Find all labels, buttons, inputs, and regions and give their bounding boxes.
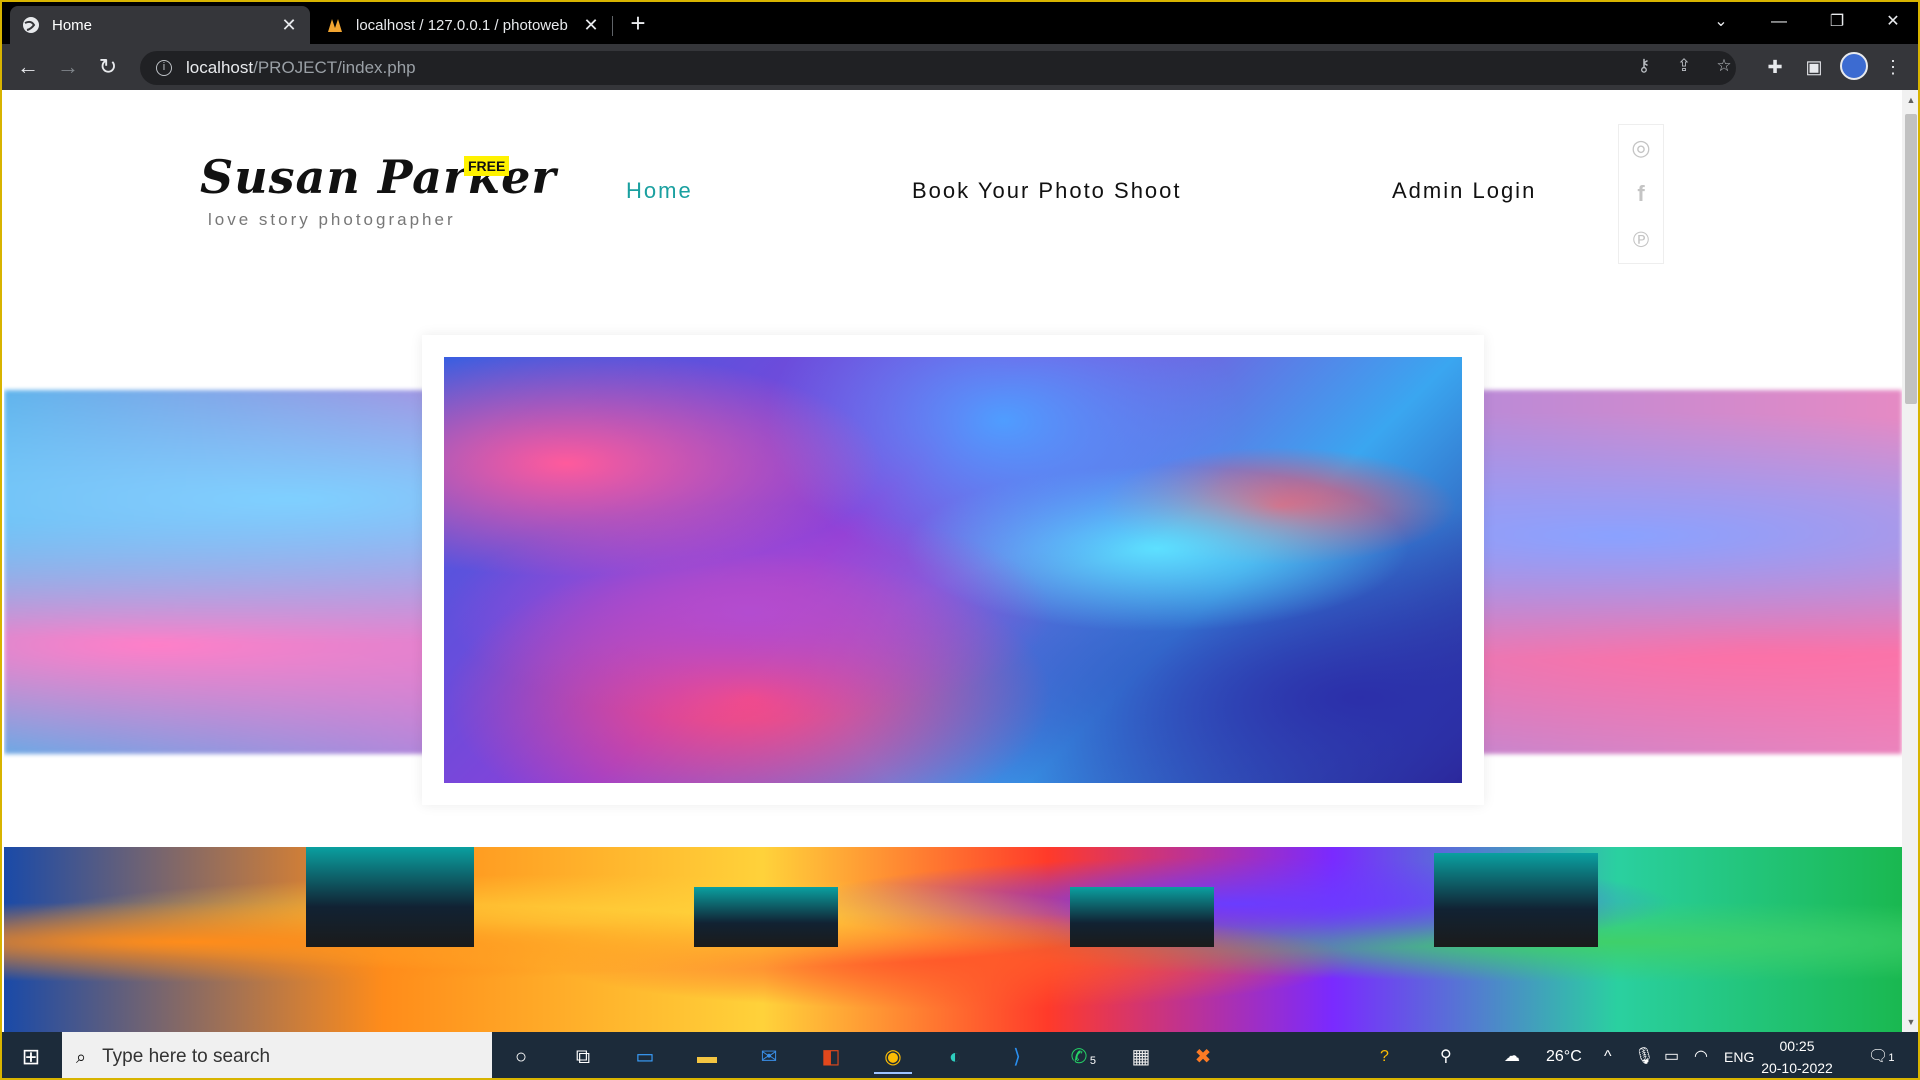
task-view-icon[interactable]: ⧉ <box>564 1040 602 1074</box>
file-explorer-icon[interactable]: ▬ <box>688 1040 726 1074</box>
nav-admin-login[interactable]: Admin Login <box>1392 178 1536 204</box>
gallery-thumbnail[interactable] <box>306 847 474 947</box>
scroll-up-arrow-icon[interactable]: ▲ <box>1902 92 1918 108</box>
hero-image <box>444 357 1462 783</box>
notifications-icon[interactable]: 🗨1 <box>1868 1032 1895 1078</box>
reload-button[interactable]: ↻ <box>92 51 124 83</box>
search-placeholder: Type here to search <box>102 1046 271 1067</box>
weather-cloud-icon[interactable]: ☁ <box>1504 1032 1520 1078</box>
extensions-icon[interactable]: ✚ <box>1760 52 1790 82</box>
help-icon[interactable]: ? <box>1380 1032 1389 1078</box>
facebook-icon[interactable]: f <box>1619 171 1663 217</box>
laptop-app-icon[interactable]: ▭ <box>626 1040 664 1074</box>
scroll-down-arrow-icon[interactable]: ▼ <box>1902 1014 1918 1030</box>
page-viewport: Susan Parker love story photographer FRE… <box>4 90 1902 1032</box>
windows-taskbar: ⊞ ⌕ Type here to search ○ ⧉ ▭ ▬ ✉ ◧ ◉ ◐ … <box>2 1032 1918 1078</box>
gallery-thumbnail[interactable] <box>1070 887 1214 947</box>
pinterest-icon[interactable]: ℗ <box>1619 217 1663 263</box>
gallery-thumbnail[interactable] <box>1434 853 1598 947</box>
address-bar[interactable]: i localhost/PROJECT/index.php <box>140 51 1736 85</box>
globe-icon <box>23 17 39 33</box>
windows-start-icon[interactable]: ⊞ <box>2 1032 60 1078</box>
site-info-icon[interactable]: i <box>156 60 172 76</box>
tab-search-chevron-icon[interactable]: ⌄ <box>1692 2 1750 42</box>
taskbar-search[interactable]: ⌕ Type here to search <box>62 1032 492 1078</box>
page-scrollbar[interactable]: ▲ ▼ <box>1902 90 1918 1032</box>
wifi-icon[interactable]: ◠ <box>1694 1032 1708 1078</box>
tab-phpmyadmin[interactable]: localhost / 127.0.0.1 / photoweb ✕ <box>314 6 612 44</box>
notification-count: 1 <box>1888 1052 1895 1064</box>
instagram-icon[interactable]: ◎ <box>1619 125 1663 171</box>
clock-time: 00:25 <box>1779 1038 1815 1054</box>
store-icon[interactable]: ▦ <box>1122 1040 1160 1074</box>
url-path: /PROJECT/index.php <box>253 58 416 77</box>
language-indicator[interactable]: ENG <box>1724 1032 1754 1078</box>
share-icon[interactable]: ⇪ <box>1670 52 1698 80</box>
clock[interactable]: 00:25 20-10-2022 <box>1752 1035 1842 1078</box>
new-tab-button[interactable]: + <box>622 8 654 40</box>
tray-chevron-up-icon[interactable]: ^ <box>1604 1032 1612 1078</box>
weather-temperature[interactable]: 26°C <box>1546 1032 1582 1078</box>
scrollbar-thumb[interactable] <box>1905 114 1917 404</box>
xampp-icon[interactable]: ✖ <box>1184 1040 1222 1074</box>
back-button[interactable]: ← <box>12 51 44 83</box>
whatsapp-icon[interactable]: ✆ 5 <box>1060 1040 1098 1074</box>
gallery-banner <box>4 847 1902 1032</box>
screen: Home ✕ localhost / 127.0.0.1 / photoweb … <box>0 0 1920 1080</box>
phpmyadmin-icon <box>328 19 342 32</box>
people-icon[interactable]: ⚲ <box>1440 1032 1452 1078</box>
battery-icon[interactable]: ▭ <box>1664 1032 1679 1078</box>
restore-button[interactable]: ❐ <box>1808 2 1866 42</box>
key-icon[interactable]: ⚷ <box>1630 52 1658 80</box>
tab-title: localhost / 127.0.0.1 / photoweb <box>356 16 568 34</box>
clock-date: 20-10-2022 <box>1761 1060 1833 1076</box>
chrome-icon[interactable]: ◉ <box>874 1040 912 1074</box>
tab-title: Home <box>52 16 93 34</box>
tab-home[interactable]: Home ✕ <box>10 6 310 44</box>
free-badge: FREE <box>464 156 510 176</box>
tab-separator <box>612 16 613 36</box>
vscode-icon[interactable]: ⟩ <box>998 1040 1036 1074</box>
nav-home[interactable]: Home <box>626 178 693 204</box>
whatsapp-badge: 5 <box>1089 1055 1096 1067</box>
social-links: ◎ f ℗ <box>1618 124 1664 264</box>
nav-book-photo-shoot[interactable]: Book Your Photo Shoot <box>912 178 1182 204</box>
menu-kebab-icon[interactable]: ⋮ <box>1878 52 1908 82</box>
browser-tab-strip: Home ✕ localhost / 127.0.0.1 / photoweb … <box>2 2 1918 44</box>
url-host: localhost <box>186 58 254 77</box>
close-icon[interactable]: ✕ <box>582 15 600 36</box>
browser-toolbar: ← → ↻ i localhost/PROJECT/index.php ⚷ ⇪ … <box>2 44 1918 90</box>
bookmark-star-icon[interactable]: ☆ <box>1710 52 1738 80</box>
office-icon[interactable]: ◧ <box>812 1040 850 1074</box>
gallery-thumbnail[interactable] <box>694 887 838 947</box>
close-icon[interactable]: ✕ <box>280 15 298 36</box>
side-panel-icon[interactable]: ▣ <box>1799 52 1829 82</box>
cortana-icon[interactable]: ○ <box>502 1040 540 1074</box>
minimize-button[interactable]: — <box>1750 2 1808 42</box>
forward-button[interactable]: → <box>52 51 84 83</box>
logo-tagline: love story photographer <box>208 210 456 229</box>
hero-slide-card <box>422 335 1484 805</box>
microphone-icon[interactable]: 🎙 <box>1634 1032 1654 1078</box>
edge-icon[interactable]: ◐ <box>936 1040 974 1074</box>
mail-icon[interactable]: ✉ <box>750 1040 788 1074</box>
profile-avatar[interactable] <box>1840 52 1868 80</box>
close-window-button[interactable]: ✕ <box>1864 2 1918 42</box>
search-icon: ⌕ <box>76 1046 87 1067</box>
